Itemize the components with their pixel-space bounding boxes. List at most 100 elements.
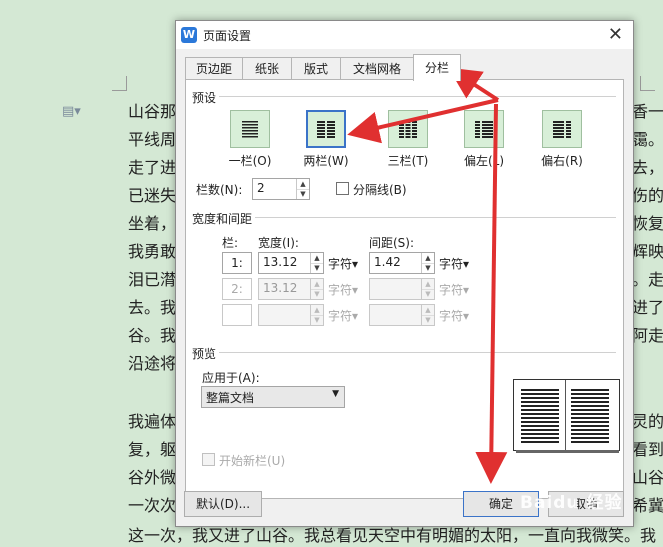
spin-down-icon[interactable]: ▼ [297,189,309,199]
tab-columns[interactable]: 分栏 [413,54,461,81]
spin-down-icon: ▼ [314,316,320,324]
preset-label: 偏右(R) [541,154,583,168]
document-line-end: 灵的 [632,412,663,431]
column-header: 栏: [222,236,239,250]
tab-layout[interactable]: 版式 [291,57,341,80]
document-line-end: 看到 [632,440,663,459]
column-number: 1: [222,252,252,274]
spacing-unit-dropdown: 字符▾ [439,283,470,297]
tab-paper[interactable]: 纸张 [242,57,292,80]
document-line: 沿途将 [128,354,177,373]
document-line-end: 伤的 [632,186,663,205]
spacing-unit-dropdown[interactable]: 字符▾ [439,255,469,272]
wps-app-icon: W [181,27,197,43]
document-line: 泪已潸 [128,270,177,289]
presets-label: 预设 [192,89,220,106]
two-column-icon [317,121,335,138]
preset-label: 偏左(L) [463,154,505,168]
column-number: 2: [222,278,252,300]
preview-page-shadow [516,450,619,453]
preview-page [513,379,620,451]
preview-label: 预览 [192,345,220,362]
preset-two-columns[interactable]: 两栏(W) [296,110,356,169]
new-column-label: 开始新栏(U) [219,454,286,468]
document-line-end: 希冀 [632,496,663,515]
document-line-end: 去， [632,158,663,177]
column-1-width-stepper[interactable]: 13.12 ▲ ▼ [258,252,324,274]
document-line-end: 辉映 [632,242,663,261]
document-line: 谷。我 [128,326,177,345]
divider [192,217,616,218]
column-2-spacing-stepper: ▲ ▼ [369,278,435,300]
width-unit-dropdown: 字符▾ [328,283,359,297]
preset-label: 两栏(W) [303,154,349,168]
divider [192,96,616,97]
spin-down-icon: ▼ [425,290,431,298]
spin-down-icon: ▼ [314,290,320,298]
width-header: 宽度(I): [258,236,299,250]
document-line: 去。我 [128,298,177,317]
spin-down-icon: ▼ [425,316,431,324]
document-line: 复，躯 [128,440,177,459]
apply-to-select[interactable]: 整篇文档 ▼ [201,386,345,408]
document-line: 我勇敢 [128,242,177,261]
spacing-unit-dropdown: 字符▾ [439,309,470,323]
left-column-icon [475,121,493,138]
document-line: 谷外微 [128,468,177,487]
preset-label: 一栏(O) [228,154,272,168]
margin-corner-marker [640,76,655,91]
document-line: 平线周 [128,130,177,149]
document-line: 我遍体 [128,412,177,431]
spacing-header: 间距(S): [369,236,415,250]
divider [192,352,616,353]
tab-document-grid[interactable]: 文档网格 [340,57,414,80]
column-3-width-stepper: ▲ ▼ [258,304,324,326]
page-setup-dialog: W 页面设置 ✕ 页边距 纸张 版式 文档网格 分栏 预设 一栏(O) 两栏(W… [175,20,634,527]
columns-count-stepper[interactable]: 2 ▲ ▼ [252,178,310,200]
document-line: 山谷那 [128,102,177,121]
right-column-icon [553,121,571,138]
paragraph-layout-icon[interactable]: ▤▾ [62,104,81,120]
document-line-end: 。走 [632,270,663,289]
columns-tab-panel: 预设 一栏(O) 两栏(W) 三栏(T) 偏左(L) 偏右(R) 栏数(N): … [185,79,624,499]
document-line-end: 香一 [632,102,663,121]
baidu-watermark: Baidu 经验 [520,493,623,513]
spin-down-icon[interactable]: ▼ [422,263,434,273]
preview-column [571,389,609,443]
spin-down-icon[interactable]: ▼ [311,263,323,273]
margin-corner-marker [112,76,127,91]
preset-left[interactable]: 偏左(L) [454,110,514,169]
document-line-end: 山谷 [632,468,663,487]
width-spacing-label: 宽度和间距 [192,210,256,227]
width-unit-dropdown[interactable]: 字符▾ [328,255,358,272]
document-line-end: 阿走 [632,326,663,345]
preset-one-column[interactable]: 一栏(O) [220,110,280,169]
separator-label: 分隔线(B) [353,183,407,197]
one-column-icon [242,121,258,138]
column-number [222,304,252,326]
width-unit-dropdown: 字符▾ [328,309,359,323]
dialog-titlebar: W 页面设置 ✕ [176,21,633,49]
close-icon[interactable]: ✕ [608,24,623,45]
dropdown-arrow-icon: ▼ [332,389,339,399]
dialog-title: 页面设置 [203,29,252,43]
document-line: 走了进 [128,158,177,177]
new-column-checkbox [202,453,215,466]
document-line-end: 进了 [632,298,663,317]
three-column-icon [399,121,417,138]
document-line: 坐着， [128,214,177,233]
tab-margins[interactable]: 页边距 [185,57,243,80]
column-3-spacing-stepper: ▲ ▼ [369,304,435,326]
preset-three-columns[interactable]: 三栏(T) [378,110,438,169]
default-button[interactable]: 默认(D)... [184,491,262,517]
preset-label: 三栏(T) [387,154,429,168]
preset-right[interactable]: 偏右(R) [532,110,592,169]
apply-to-label: 应用于(A): [202,371,260,385]
document-line: 一次次 [128,496,177,515]
document-line: 已迷失 [128,186,177,205]
document-line-end: 霭。 [632,130,663,149]
column-1-spacing-stepper[interactable]: 1.42 ▲ ▼ [369,252,435,274]
separator-checkbox[interactable] [336,182,349,195]
columns-count-label: 栏数(N): [196,183,243,197]
document-line-end: 恢复 [632,214,663,233]
